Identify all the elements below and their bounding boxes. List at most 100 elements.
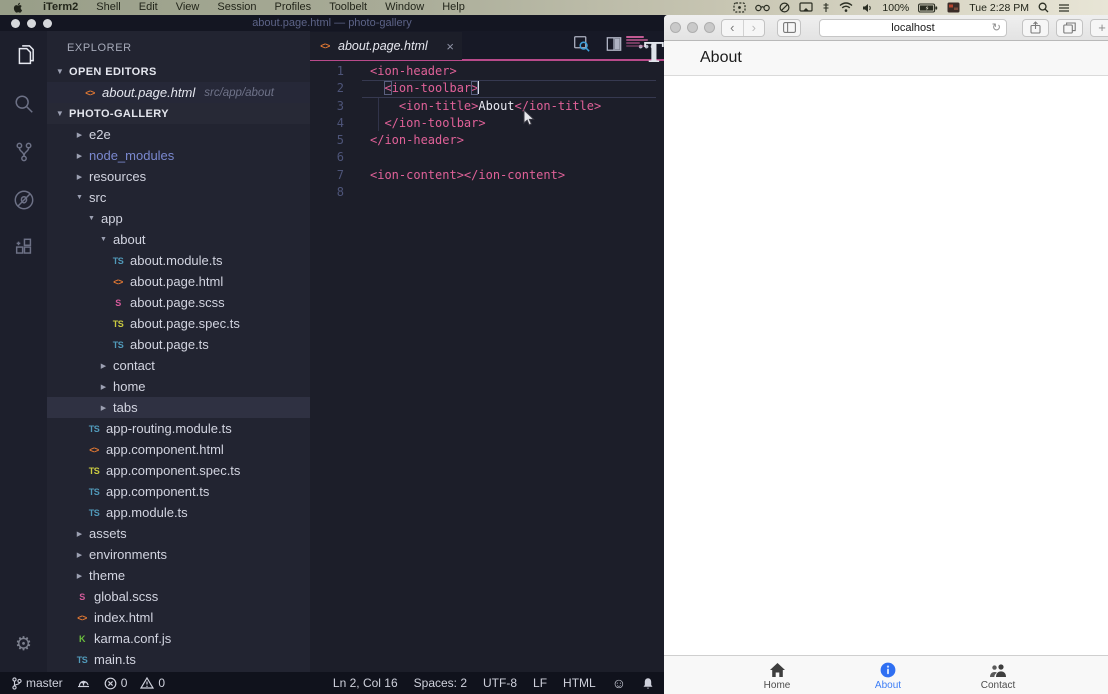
status-spaces[interactable]: Spaces: 2 <box>414 676 467 690</box>
back-button[interactable]: ‹ <box>722 20 743 36</box>
close-window-button[interactable] <box>670 22 681 33</box>
battery-icon[interactable] <box>918 3 938 13</box>
settings-gear-icon[interactable]: ⚙ <box>0 633 47 656</box>
tree-item-home[interactable]: ▶home <box>47 376 310 397</box>
volume-icon[interactable] <box>862 3 873 13</box>
notification-center-icon[interactable] <box>1058 3 1070 13</box>
share-button[interactable] <box>1022 19 1049 37</box>
source-control-icon[interactable] <box>12 140 36 164</box>
zoom-window-button[interactable] <box>704 22 715 33</box>
menu-item-help[interactable]: Help <box>433 1 474 13</box>
tree-item-label: karma.conf.js <box>94 631 171 646</box>
tab-home[interactable]: Home <box>735 661 819 691</box>
tree-item-contact[interactable]: ▶contact <box>47 355 310 376</box>
tab-contact[interactable]: Contact <box>956 661 1040 691</box>
code-line-6[interactable]: 6 <box>310 149 664 166</box>
tree-item-about[interactable]: ▼about <box>47 229 310 250</box>
menu-item-iterm2[interactable]: iTerm2 <box>34 1 87 13</box>
feedback-smiley-icon[interactable]: ☺ <box>612 675 626 691</box>
tree-item-tabs[interactable]: ▶tabs <box>47 397 310 418</box>
minimize-window-button[interactable] <box>687 22 698 33</box>
tree-item-assets[interactable]: ▶assets <box>47 523 310 544</box>
split-editor-icon[interactable] <box>606 36 622 57</box>
menu-bar-clock[interactable]: Tue 2:28 PM <box>969 2 1029 14</box>
open-editor-item[interactable]: <> about.page.html src/app/about <box>47 82 310 103</box>
tab-overview-button[interactable] <box>1056 19 1083 37</box>
tree-item-app-module-ts[interactable]: TSapp.module.ts <box>47 502 310 523</box>
input-source-flag-icon[interactable] <box>947 2 960 13</box>
wifi-icon[interactable] <box>839 2 853 13</box>
status-html[interactable]: HTML <box>563 676 596 690</box>
tree-item-node-modules[interactable]: ▶node_modules <box>47 145 310 166</box>
glasses-icon[interactable] <box>755 3 770 12</box>
tab-close-icon[interactable]: × <box>446 39 454 54</box>
errors-indicator[interactable]: 0 <box>104 676 128 690</box>
vscode-title-bar[interactable]: about.page.html — photo-gallery <box>0 15 664 31</box>
project-section[interactable]: ▼ PHOTO-GALLERY <box>47 103 310 124</box>
warnings-indicator[interactable]: 0 <box>140 676 165 690</box>
contacts-icon <box>988 661 1008 678</box>
display-mirroring-icon[interactable] <box>799 2 813 13</box>
menu-item-shell[interactable]: Shell <box>87 1 129 13</box>
tree-item-global-scss[interactable]: Sglobal.scss <box>47 586 310 607</box>
menu-item-session[interactable]: Session <box>208 1 265 13</box>
tab-about[interactable]: About <box>846 661 930 691</box>
sync-changes-button[interactable] <box>76 677 91 690</box>
status-lf[interactable]: LF <box>533 676 547 690</box>
git-branch-indicator[interactable]: master <box>12 676 63 690</box>
chevron-right-icon: ▶ <box>75 530 84 538</box>
tree-item-app-component-ts[interactable]: TSapp.component.ts <box>47 481 310 502</box>
status-ln[interactable]: Ln 2, Col 16 <box>333 676 398 690</box>
open-editors-section[interactable]: ▼ OPEN EDITORS <box>47 61 310 82</box>
new-tab-button[interactable]: + <box>1090 19 1108 37</box>
tree-item-about-page-html[interactable]: <>about.page.html <box>47 271 310 292</box>
line-content: <ion-header> <box>366 63 664 80</box>
tree-item-index-html[interactable]: <>index.html <box>47 607 310 628</box>
screen-capture-icon[interactable] <box>733 2 746 13</box>
menu-item-edit[interactable]: Edit <box>130 1 167 13</box>
notifications-bell-icon[interactable] <box>642 677 654 690</box>
code-line-4[interactable]: 4 </ion-toolbar> <box>310 115 664 132</box>
tree-item-karma-conf-js[interactable]: Kkarma.conf.js <box>47 628 310 649</box>
tree-item-main-ts[interactable]: TSmain.ts <box>47 649 310 670</box>
menu-item-view[interactable]: View <box>167 1 209 13</box>
debug-icon[interactable] <box>12 188 36 212</box>
code-line-3[interactable]: 3 <ion-title>About</ion-title> <box>310 98 664 115</box>
tree-item-app-component-html[interactable]: <>app.component.html <box>47 439 310 460</box>
tree-item-src[interactable]: ▼src <box>47 187 310 208</box>
code-editor[interactable]: 1<ion-header>2 <ion-toolbar>3 <ion-title… <box>310 61 664 201</box>
tree-item-resources[interactable]: ▶resources <box>47 166 310 187</box>
sidebar-toggle-button[interactable] <box>777 19 801 37</box>
apple-menu[interactable] <box>12 1 24 14</box>
menu-item-toolbelt[interactable]: Toolbelt <box>320 1 376 13</box>
tree-item-e2e[interactable]: ▶e2e <box>47 124 310 145</box>
reload-icon[interactable]: ↻ <box>992 21 1001 34</box>
tree-item-app-routing-module-ts[interactable]: TSapp-routing.module.ts <box>47 418 310 439</box>
address-bar[interactable]: localhost ↻ <box>819 19 1007 37</box>
menu-item-profiles[interactable]: Profiles <box>266 1 321 13</box>
code-line-7[interactable]: 7<ion-content></ion-content> <box>310 167 664 184</box>
tree-item-app[interactable]: ▼app <box>47 208 310 229</box>
code-line-2[interactable]: 2 <ion-toolbar> <box>310 80 664 97</box>
status-utf-8[interactable]: UTF-8 <box>483 676 517 690</box>
code-line-1[interactable]: 1<ion-header> <box>310 63 664 80</box>
tree-item-about-page-scss[interactable]: Sabout.page.scss <box>47 292 310 313</box>
extensions-icon[interactable] <box>12 236 36 260</box>
explorer-icon[interactable] <box>12 44 36 68</box>
tree-item-environments[interactable]: ▶environments <box>47 544 310 565</box>
forward-button[interactable]: › <box>743 20 765 36</box>
tab-about-page-html[interactable]: <> about.page.html × <box>310 32 462 60</box>
code-line-5[interactable]: 5</ion-header> <box>310 132 664 149</box>
menu-item-window[interactable]: Window <box>376 1 433 13</box>
tree-item-about-page-ts[interactable]: TSabout.page.ts <box>47 334 310 355</box>
tree-item-about-module-ts[interactable]: TSabout.module.ts <box>47 250 310 271</box>
code-line-8[interactable]: 8 <box>310 184 664 201</box>
tree-item-about-page-spec-ts[interactable]: TSabout.page.spec.ts <box>47 313 310 334</box>
spotlight-search-icon[interactable] <box>1038 2 1049 13</box>
do-not-disturb-icon[interactable] <box>779 2 790 13</box>
tree-item-theme[interactable]: ▶theme <box>47 565 310 586</box>
search-icon[interactable] <box>12 92 36 116</box>
open-preview-icon[interactable] <box>573 35 590 57</box>
tree-item-app-component-spec-ts[interactable]: TSapp.component.spec.ts <box>47 460 310 481</box>
keyboard-icon[interactable] <box>822 2 830 13</box>
